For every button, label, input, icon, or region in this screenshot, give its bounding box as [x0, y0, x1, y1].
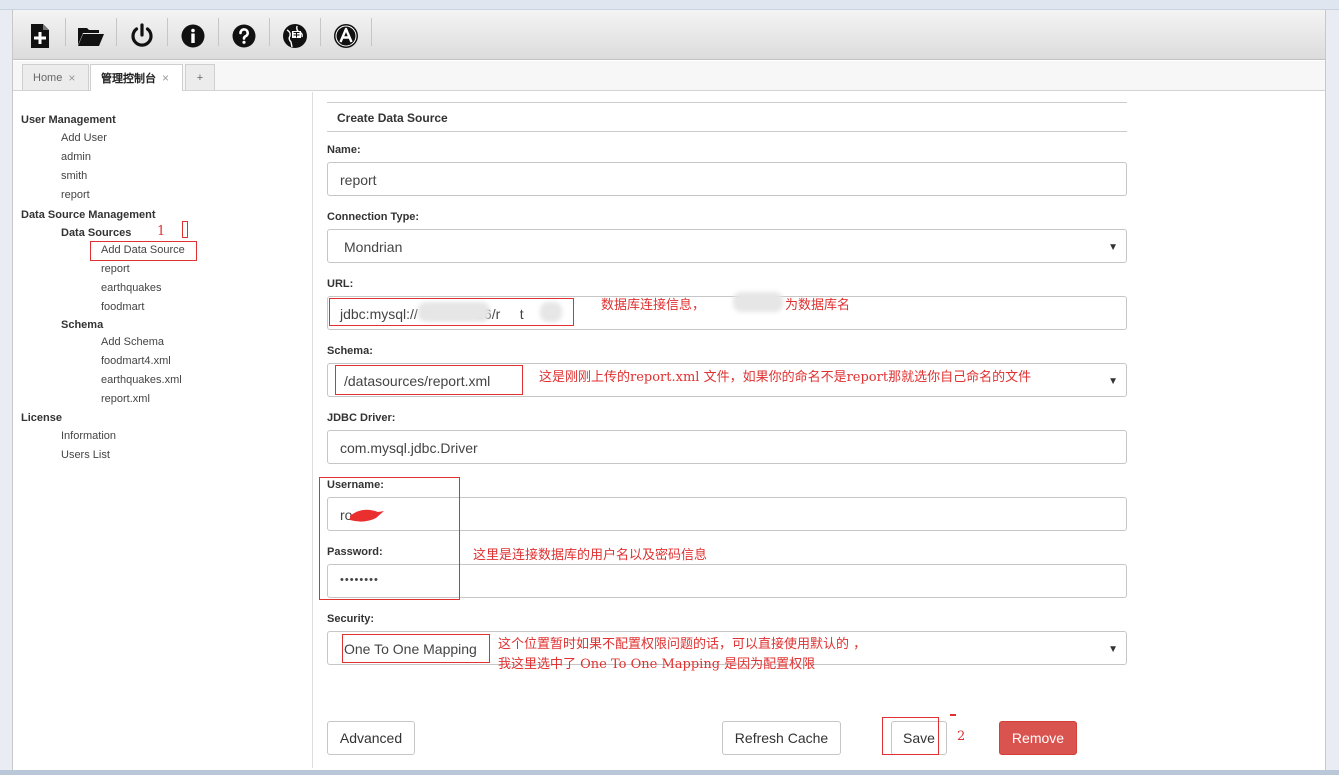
- annotation-highlight-url: [329, 298, 574, 326]
- jdbc-driver-label: JDBC Driver:: [327, 412, 396, 424]
- toolbar-separator: [320, 18, 321, 46]
- create-data-source-form: Create Data Source Name: report Connecti…: [314, 92, 1325, 768]
- annotation-marker: [182, 221, 188, 238]
- annotation-highlight-save: [882, 717, 939, 755]
- annotation-marker: [950, 714, 956, 716]
- sidebar-data-sources[interactable]: Data Sources: [61, 227, 131, 239]
- schema-label: Schema:: [327, 345, 373, 357]
- sidebar-user-management[interactable]: User Management: [21, 114, 116, 126]
- sidebar-item-source-report[interactable]: report: [101, 263, 130, 275]
- security-label: Security:: [327, 613, 375, 625]
- annotation-url-note-b: 为数据库名: [785, 298, 851, 313]
- toolbar-separator: [65, 18, 66, 46]
- url-label: URL:: [327, 278, 354, 290]
- sidebar-item-add-schema[interactable]: Add Schema: [101, 336, 164, 348]
- sidebar-item-user-smith[interactable]: smith: [61, 170, 87, 182]
- sidebar-schema[interactable]: Schema: [61, 319, 103, 331]
- new-file-button[interactable]: [21, 18, 59, 54]
- name-label: Name:: [327, 144, 361, 156]
- help-button[interactable]: [225, 18, 263, 54]
- window-titlebar: [0, 0, 1339, 10]
- remove-button[interactable]: Remove: [999, 721, 1077, 755]
- sidebar-item-schema-foodmart4[interactable]: foodmart4.xml: [101, 355, 171, 367]
- db-name-redaction: [733, 292, 783, 312]
- sidebar-item-add-user[interactable]: Add User: [61, 132, 107, 144]
- language-button[interactable]: [276, 18, 314, 54]
- sidebar-item-user-admin[interactable]: admin: [61, 151, 91, 163]
- app-frame: Home × 管理控制台 × + User Management Add Use…: [12, 10, 1326, 772]
- new-file-icon: [31, 24, 49, 48]
- power-icon: [131, 23, 153, 47]
- dropdown-caret-icon: ▼: [1108, 376, 1118, 387]
- tab-label: Home: [33, 71, 63, 84]
- annotation-security-note-2: 我这里选中了 One To One Mapping 是因为配置权限: [498, 657, 816, 672]
- connection-type-label: Connection Type:: [327, 211, 420, 223]
- toolbar-separator: [371, 18, 372, 46]
- about-button[interactable]: [327, 18, 365, 54]
- toolbar-separator: [218, 18, 219, 46]
- language-globe-icon: [283, 24, 307, 48]
- annotation-credentials-note: 这里是连接数据库的用户名以及密码信息: [473, 548, 708, 563]
- new-tab-button[interactable]: +: [185, 64, 215, 90]
- window-bottom-border: [0, 770, 1339, 775]
- info-button[interactable]: [174, 18, 212, 54]
- annotation-highlight-add-data-source: [90, 241, 197, 261]
- tab-label: 管理控制台: [101, 73, 156, 85]
- sidebar-item-users-list[interactable]: Users List: [61, 449, 110, 461]
- tab-admin-console[interactable]: 管理控制台 ×: [90, 64, 183, 91]
- advanced-button[interactable]: Advanced: [327, 721, 415, 755]
- annotation-highlight-credentials: [319, 477, 460, 600]
- tab-home[interactable]: Home ×: [22, 64, 89, 90]
- connection-type-select[interactable]: Mondrian ▼: [327, 229, 1127, 263]
- sidebar-license[interactable]: License: [21, 412, 62, 424]
- folder-open-icon: [78, 28, 104, 46]
- about-a-icon: [334, 24, 358, 48]
- close-tab-icon[interactable]: ×: [162, 71, 169, 85]
- annotation-step-2: 2: [957, 729, 966, 744]
- annotation-highlight-schema: [335, 365, 523, 395]
- annotation-schema-note: 这是刚刚上传的report.xml 文件，如果你的命名不是report那就选你自…: [539, 370, 1032, 385]
- sidebar-item-schema-earthquakes[interactable]: earthquakes.xml: [101, 374, 182, 386]
- annotation-security-note-1: 这个位置暂时如果不配置权限问题的话，可以直接使用默认的 ，: [498, 637, 867, 652]
- help-icon: [232, 24, 256, 48]
- name-input[interactable]: report: [327, 162, 1127, 196]
- toolbar: [13, 10, 1325, 60]
- annotation-highlight-security: [342, 634, 490, 663]
- toolbar-separator: [167, 18, 168, 46]
- plus-icon: +: [196, 71, 204, 84]
- info-icon: [181, 24, 205, 48]
- sidebar: User Management Add User admin smith rep…: [13, 92, 313, 768]
- tab-bar: Home × 管理控制台 × +: [13, 61, 1325, 91]
- dropdown-caret-icon: ▼: [1108, 242, 1118, 253]
- jdbc-driver-input[interactable]: com.mysql.jdbc.Driver: [327, 430, 1127, 464]
- sidebar-data-source-management[interactable]: Data Source Management: [21, 209, 155, 221]
- open-folder-button[interactable]: [72, 18, 110, 54]
- annotation-url-note-a: 数据库连接信息，: [601, 298, 706, 313]
- sidebar-item-source-earthquakes[interactable]: earthquakes: [101, 282, 162, 294]
- toolbar-separator: [269, 18, 270, 46]
- close-tab-icon[interactable]: ×: [68, 71, 75, 85]
- toolbar-separator: [116, 18, 117, 46]
- sidebar-item-information[interactable]: Information: [61, 430, 116, 442]
- annotation-step-1: 1: [157, 224, 166, 239]
- dropdown-caret-icon: ▼: [1108, 644, 1118, 655]
- sidebar-item-source-foodmart[interactable]: foodmart: [101, 301, 144, 313]
- sidebar-item-schema-report[interactable]: report.xml: [101, 393, 150, 405]
- connection-type-value: Mondrian: [344, 239, 403, 255]
- refresh-cache-button[interactable]: Refresh Cache: [722, 721, 841, 755]
- logout-button[interactable]: [123, 18, 161, 54]
- form-title: Create Data Source: [327, 102, 1127, 132]
- sidebar-item-user-report[interactable]: report: [61, 189, 90, 201]
